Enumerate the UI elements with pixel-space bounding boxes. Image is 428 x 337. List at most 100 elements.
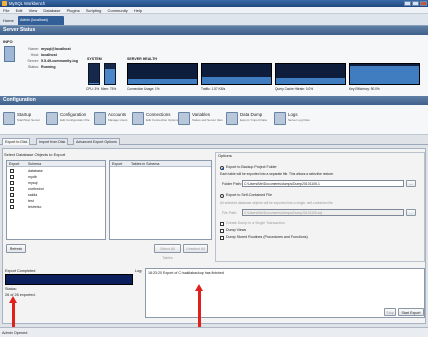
folder-path-label: Folder Path: [222, 182, 242, 186]
workbench-logo-icon [2, 1, 7, 6]
self-contained-note: All selected database objects will be ex… [220, 201, 334, 205]
system-title: SYSTEM [87, 57, 102, 61]
info-host: Host: localhost [30, 53, 57, 57]
config-configuration[interactable]: Configuration Edit Configuration File [46, 112, 90, 125]
memory-gauge [104, 63, 116, 85]
export-subtabs: Export to Disk Import from Disk Advanced… [0, 137, 428, 145]
cpu-label: CPU: 3% [86, 87, 100, 91]
query-cache-graph [275, 63, 346, 85]
tables-list[interactable]: Export Tables in Schema [109, 160, 212, 240]
single-transaction-label: Create Dump in a Single Transaction [226, 221, 285, 225]
single-transaction-checkbox[interactable] [220, 222, 224, 226]
schema-checkbox[interactable] [10, 175, 14, 179]
info-title: INFO [3, 39, 13, 44]
options-title: Options [218, 153, 232, 158]
accounts-icon [94, 112, 106, 125]
startup-icon [3, 112, 15, 125]
query-cache-label: Query Cache Hitrate: 0.0% [275, 87, 314, 91]
select-objects-title: Select Database Objects to Export [4, 152, 66, 157]
start-export-button[interactable]: Start Export [398, 308, 424, 316]
document-tab-strip: Home Admin (localhost) [0, 14, 428, 26]
connection-usage-graph [127, 63, 198, 85]
schema-checkbox-checked[interactable]: ✓ [10, 192, 15, 198]
server-status-heading: Server Status [0, 26, 428, 35]
schema-checkbox[interactable] [10, 199, 14, 203]
export-self-contained-label: Export to Self-Contained File [226, 193, 272, 197]
tab-advanced-export-options[interactable]: Advanced Export Options [73, 138, 120, 145]
config-variables[interactable]: Variables Status and Server Vars [178, 112, 223, 125]
title-bar: MySQL Workbench [0, 0, 428, 7]
dump-routines-label: Dump Stored Routines (Procedures and Fun… [226, 235, 308, 239]
menu-scripting[interactable]: Scripting [86, 8, 102, 13]
annotation-arrow-right [198, 290, 201, 327]
export-project-folder-radio[interactable] [220, 166, 224, 170]
close-button[interactable] [420, 1, 427, 6]
tables-name-header: Tables in Schema [131, 162, 160, 166]
schema-checkbox[interactable] [10, 205, 14, 209]
window-controls [404, 1, 427, 6]
menu-bar: File Edit View Database Plugins Scriptin… [0, 7, 428, 14]
config-accounts[interactable]: Accounts Manage Users [94, 112, 128, 125]
variables-icon [178, 112, 190, 125]
annotation-arrow-left [12, 302, 15, 327]
key-efficiency-graph [349, 63, 420, 85]
export-project-folder-label: Export to Backup Project Folder [226, 165, 277, 169]
configuration-icon [46, 112, 58, 125]
key-efficiency-label: Key Efficiency: 90.0% [349, 87, 380, 91]
select-all-tables-button[interactable]: Select All Tables [154, 244, 181, 260]
schema-list[interactable]: Export Schema database mydb mysql northw… [6, 160, 106, 240]
browse-folder-button[interactable]: ... [406, 180, 416, 187]
status-label: Status: [5, 287, 17, 291]
menu-edit[interactable]: Edit [16, 8, 23, 13]
menu-file[interactable]: File [3, 8, 9, 13]
config-connections[interactable]: Connections Edit Connection Options [132, 112, 178, 125]
info-name: Name: mysql@localhost [28, 47, 71, 51]
menu-community[interactable]: Community [108, 8, 128, 13]
schema-checkbox[interactable] [10, 181, 14, 185]
menu-database[interactable]: Database [43, 8, 60, 13]
tab-export-to-disk[interactable]: Export to Disk [2, 138, 31, 145]
unselect-all-button[interactable]: Unselect All [183, 244, 208, 253]
memory-label: Mem: 75% [101, 87, 117, 91]
status-bar: Admin Opened [0, 327, 428, 337]
config-logs[interactable]: Logs Server Log Files [274, 112, 310, 125]
checkmark-icon: ✓ [11, 192, 15, 198]
file-path-input[interactable]: C:\Users\Me\Documents\dumps\Dump20101105… [242, 209, 404, 216]
tab-admin[interactable]: Admin (localhost) [18, 16, 64, 25]
traffic-graph [201, 63, 272, 85]
maximize-button[interactable] [412, 1, 419, 6]
tab-import-from-disk[interactable]: Import from Disk [36, 138, 69, 145]
browse-file-button[interactable]: ... [406, 209, 416, 216]
configuration-heading: Configuration [0, 96, 428, 105]
log-label: Log: [135, 269, 143, 273]
folder-path-input[interactable]: C:\Users\Me\Documents\dumps\Dump20101105… [242, 180, 404, 187]
config-startup[interactable]: Startup Start/Stop Server [3, 112, 40, 125]
refresh-button[interactable]: Refresh [6, 244, 26, 253]
log-output[interactable]: 18:33:20 Export of C:\sakilabackup has f… [145, 268, 425, 318]
dump-views-label: Dump Views [226, 228, 247, 232]
menu-plugins[interactable]: Plugins [67, 8, 80, 13]
menu-help[interactable]: Help [134, 8, 142, 13]
export-progress-bar [5, 274, 133, 285]
menu-view[interactable]: View [29, 8, 38, 13]
logs-icon [274, 112, 286, 125]
server-icon [4, 46, 15, 62]
data-dump-icon [226, 112, 238, 125]
schema-export-header: Export [9, 162, 20, 166]
dump-routines-checkbox[interactable] [220, 236, 224, 240]
schema-row[interactable]: testrelsc [7, 204, 105, 210]
schema-checkbox[interactable] [10, 169, 14, 173]
minimize-button[interactable] [404, 1, 411, 6]
config-data-dump[interactable]: Data Dump Export / Import Data [226, 112, 267, 125]
info-server: Server: 5.5.49-community-log [27, 59, 78, 63]
traffic-label: Traffic: 1.57 KB/s [201, 87, 226, 91]
schema-checkbox[interactable] [10, 187, 14, 191]
schema-list-header: Export Schema [7, 161, 105, 167]
server-health-title: SERVER HEALTH [127, 57, 158, 61]
stop-button[interactable]: Stop [384, 308, 396, 316]
dump-views-checkbox[interactable] [220, 229, 224, 233]
export-self-contained-radio[interactable] [220, 194, 224, 198]
log-line: 18:33:20 Export of C:\sakilabackup has f… [148, 271, 224, 275]
connections-icon [132, 112, 144, 125]
tab-home[interactable]: Home [2, 17, 17, 25]
